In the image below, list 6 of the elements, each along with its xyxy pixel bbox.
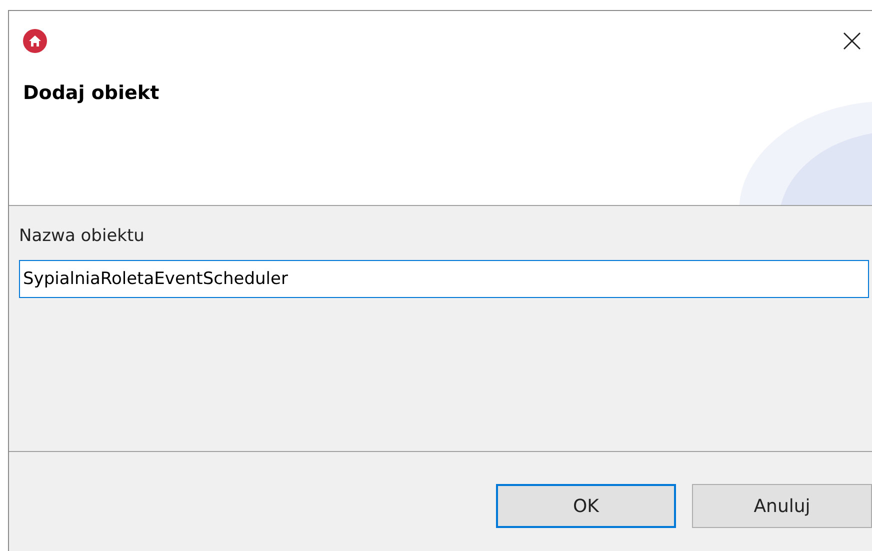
name-input[interactable]: SypialniaRoletaEventScheduler — [19, 260, 869, 298]
field-label: Nazwa obiektu — [19, 225, 146, 248]
dialog-button[interactable]: OK — [496, 484, 676, 528]
dialog-button[interactable]: Anuluj — [692, 484, 872, 528]
dialog-title: Dodaj obiekt — [23, 81, 160, 106]
home-icon — [23, 29, 47, 53]
